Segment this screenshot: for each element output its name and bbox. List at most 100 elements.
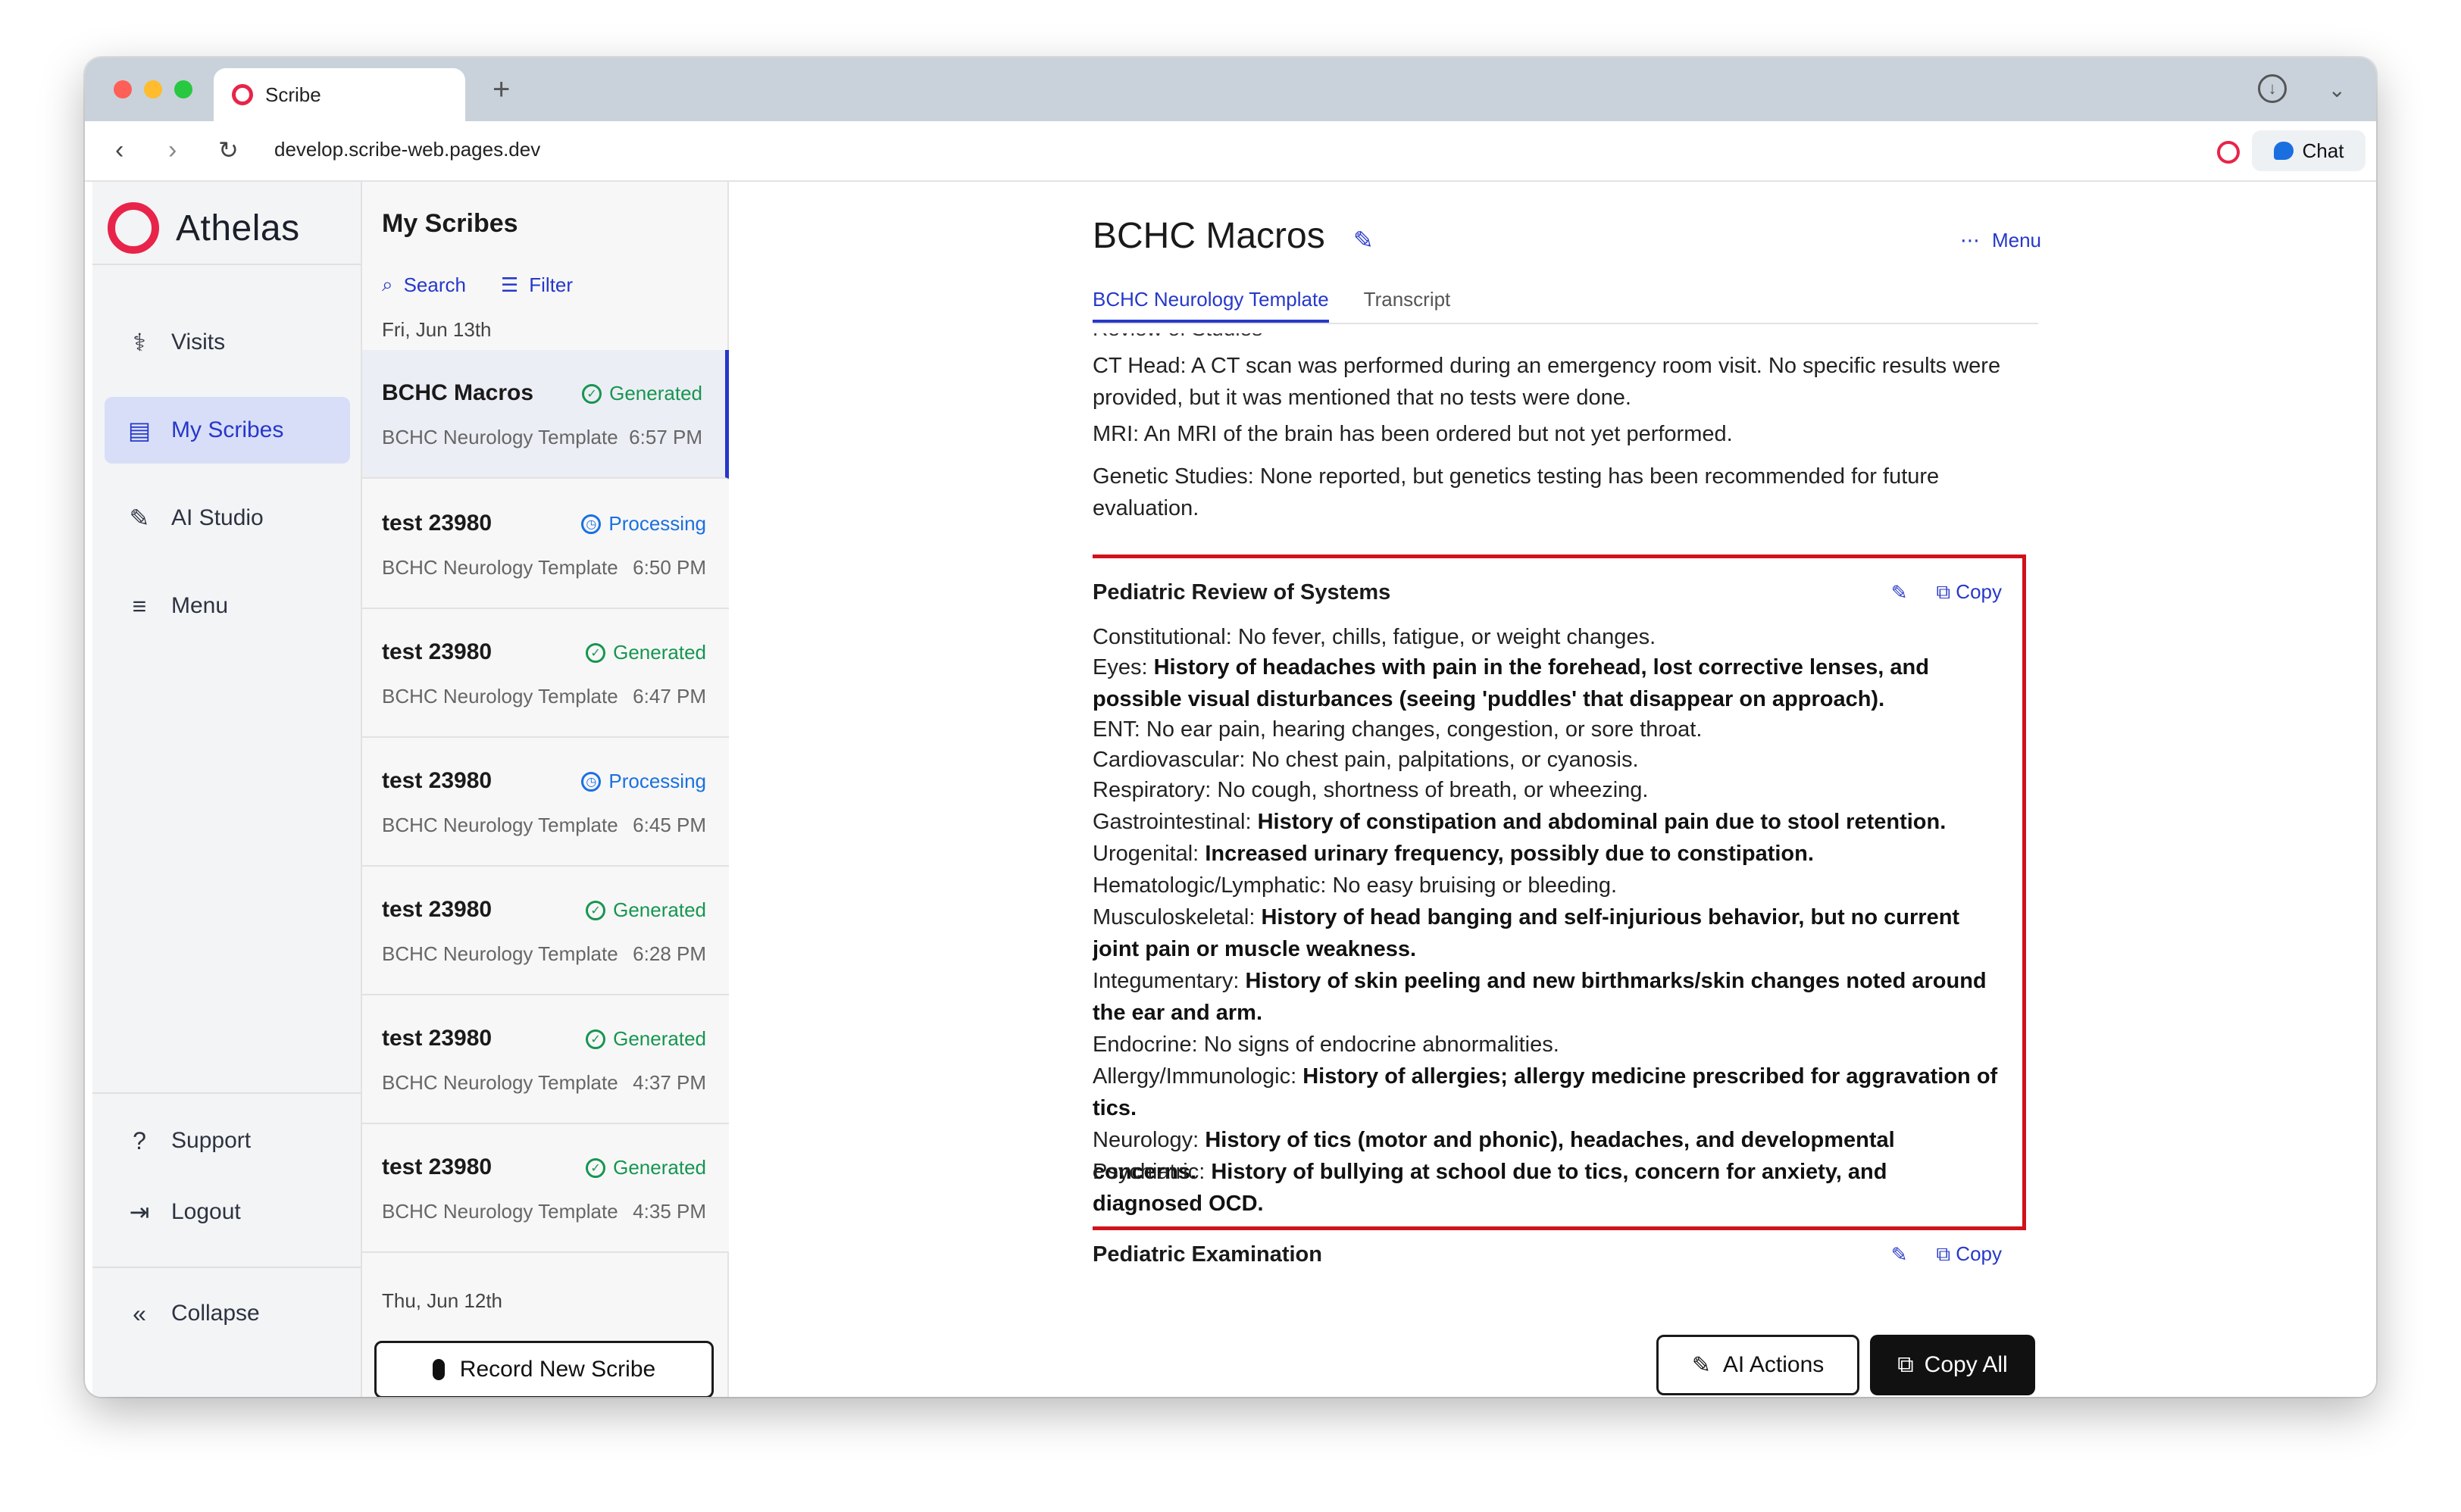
- note-content: Review of Studies CT Head: A CT scan was…: [1093, 333, 2040, 1273]
- app-container: Athelas ⚕ Visits ▤ My Scribes ✎ AI Studi…: [85, 182, 2376, 1397]
- sidebar-item-visits[interactable]: ⚕ Visits: [105, 309, 350, 376]
- edit-pencil-icon[interactable]: ✎: [1891, 581, 1908, 604]
- ros-line: Urogenital: Increased urinary frequency,…: [1093, 842, 1814, 866]
- list-item[interactable]: test 23980 ◷ Processing BCHC Neurology Te…: [362, 738, 729, 867]
- search-button[interactable]: ⌕ Search: [382, 273, 466, 297]
- list-item[interactable]: test 23980 ✓ Generated BCHC Neurology Tem…: [362, 609, 729, 738]
- brand-name: Athelas: [176, 208, 300, 248]
- collapse-button[interactable]: « Collapse: [105, 1280, 350, 1347]
- section-title-partial: Review of Studies: [1093, 333, 1262, 341]
- ros-line: ENT: No ear pain, hearing changes, conge…: [1093, 717, 1703, 742]
- filter-label: Filter: [529, 273, 574, 296]
- copy-icon: ⧉: [1897, 1352, 1914, 1377]
- ros-line: Respiratory: No cough, shortness of brea…: [1093, 778, 1649, 802]
- back-icon[interactable]: ‹: [115, 135, 124, 165]
- scribe-template: BCHC Neurology Template: [382, 814, 618, 836]
- divider: [92, 1267, 362, 1268]
- microphone-icon: [432, 1359, 445, 1380]
- scribe-name: BCHC Macros: [382, 380, 534, 405]
- tab-neurology-template[interactable]: BCHC Neurology Template: [1093, 288, 1329, 323]
- record-new-scribe-button[interactable]: Record New Scribe: [374, 1341, 714, 1397]
- ros-line: Endocrine: No signs of endocrine abnorma…: [1093, 1032, 1559, 1057]
- double-chevron-left-icon: «: [133, 1299, 146, 1327]
- chat-bubble-icon: [2273, 142, 2294, 160]
- brand[interactable]: Athelas: [108, 200, 300, 256]
- sidebar: Athelas ⚕ Visits ▤ My Scribes ✎ AI Studi…: [92, 182, 362, 1397]
- ros-line: Cardiovascular: No chest pain, palpitati…: [1093, 748, 1639, 772]
- doc-tabs: BCHC Neurology Template Transcript: [1093, 288, 2038, 324]
- status-badge: ✓ Generated: [586, 1027, 706, 1051]
- tab-strip: Scribe + ↓ ⌄: [85, 58, 2376, 121]
- bottom-actions: ✎ AI Actions ⧉ Copy All: [1656, 1335, 2035, 1395]
- download-icon[interactable]: ↓: [2258, 74, 2287, 103]
- ros-line: Allergy/Immunologic: History of allergie…: [1093, 1064, 1998, 1120]
- ros-line: Constitutional: No fever, chills, fatigu…: [1093, 625, 1656, 649]
- copy-button[interactable]: ⧉ Copy: [1936, 1242, 2002, 1267]
- status-badge: ✓ Generated: [586, 1156, 706, 1179]
- address-bar[interactable]: develop.scribe-web.pages.dev: [274, 138, 540, 161]
- athelas-extension-icon[interactable]: [2217, 141, 2240, 164]
- magic-wand-icon: ✎: [129, 505, 150, 532]
- scribe-template: BCHC Neurology Template: [382, 1200, 618, 1223]
- document-icon: ▤: [127, 417, 152, 444]
- list-item[interactable]: test 23980 ✓ Generated BCHC Neurology Tem…: [362, 867, 729, 995]
- section-title: Pediatric Review of Systems: [1093, 580, 1391, 604]
- sidebar-item-label: Visits: [171, 330, 226, 355]
- scribe-time: 6:50 PM: [633, 556, 706, 579]
- reload-icon[interactable]: ↻: [218, 135, 239, 165]
- stethoscope-icon: ⚕: [133, 329, 146, 356]
- ros-line: Gastrointestinal: History of constipatio…: [1093, 810, 1947, 834]
- tab-transcript[interactable]: Transcript: [1364, 288, 1451, 323]
- maximize-window-button[interactable]: [174, 80, 192, 98]
- magic-wand-icon: ✎: [1691, 1352, 1711, 1378]
- browser-tab-scribe[interactable]: Scribe: [214, 68, 465, 121]
- new-tab-button[interactable]: +: [493, 73, 510, 106]
- chat-button[interactable]: Chat: [2252, 130, 2366, 171]
- list-item[interactable]: test 23980 ◷ Processing BCHC Neurology Te…: [362, 480, 729, 609]
- scribe-time: 4:37 PM: [633, 1071, 706, 1094]
- edit-title-icon[interactable]: ✎: [1353, 226, 1374, 255]
- scribe-list-panel: My Scribes ⌕ Search ☰ Filter Fri, Jun 13…: [362, 182, 729, 1397]
- date-group-label: Thu, Jun 12th: [382, 1289, 502, 1312]
- list-item[interactable]: test 23980 ✓ Generated BCHC Neurology Tem…: [362, 1124, 729, 1253]
- search-icon: ⌕: [382, 273, 393, 295]
- copy-icon: ⧉: [1936, 580, 1951, 603]
- clock-icon: ◷: [581, 771, 602, 792]
- scribe-template: BCHC Neurology Template: [382, 426, 618, 448]
- divider: [92, 1092, 362, 1094]
- sidebar-item-logout[interactable]: ⇥ Logout: [105, 1179, 350, 1245]
- close-window-button[interactable]: [114, 80, 132, 98]
- check-circle-icon: ✓: [586, 1157, 606, 1178]
- sidebar-item-my-scribes[interactable]: ▤ My Scribes: [105, 397, 350, 464]
- scribe-name: test 23980: [382, 768, 493, 793]
- main-content: BCHC Macros ✎ ⋯ Menu BCHC Neurology Temp…: [729, 182, 2376, 1397]
- clock-icon: ◷: [581, 514, 602, 534]
- scribe-template: BCHC Neurology Template: [382, 556, 618, 579]
- sidebar-item-menu[interactable]: ≡ Menu: [105, 573, 350, 639]
- ros-line: Eyes: History of headaches with pain in …: [1093, 655, 1929, 711]
- chevron-down-icon[interactable]: ⌄: [2328, 77, 2346, 102]
- scribe-template: BCHC Neurology Template: [382, 1071, 618, 1094]
- chat-button-label: Chat: [2302, 139, 2344, 162]
- forward-icon[interactable]: ›: [168, 135, 177, 165]
- page-title: BCHC Macros: [1093, 216, 1325, 256]
- browser-toolbar: ‹ › ↻ develop.scribe-web.pages.dev Chat: [85, 121, 2376, 182]
- copy-all-button[interactable]: ⧉ Copy All: [1870, 1335, 2035, 1395]
- status-badge: ◷ Processing: [581, 512, 706, 536]
- list-item[interactable]: BCHC Macros ✓ Generated BCHC Neurology Te…: [362, 350, 729, 479]
- sidebar-item-ai-studio[interactable]: ✎ AI Studio: [105, 485, 350, 551]
- sidebar-item-support[interactable]: ? Support: [105, 1107, 350, 1174]
- menu-button[interactable]: ⋯ Menu: [1960, 229, 2041, 252]
- ros-line: Psychiatric: History of bullying at scho…: [1093, 1160, 1887, 1216]
- scribe-name: test 23980: [382, 1026, 493, 1051]
- minimize-window-button[interactable]: [144, 80, 162, 98]
- paragraph: MRI: An MRI of the brain has been ordere…: [1093, 422, 1733, 446]
- scribe-time: 6:45 PM: [633, 814, 706, 836]
- filter-button[interactable]: ☰ Filter: [501, 273, 573, 297]
- sidebar-item-label: AI Studio: [171, 505, 264, 530]
- ai-actions-button[interactable]: ✎ AI Actions: [1656, 1335, 1859, 1395]
- list-item[interactable]: test 23980 ✓ Generated BCHC Neurology Tem…: [362, 995, 729, 1124]
- edit-pencil-icon[interactable]: ✎: [1891, 1243, 1908, 1267]
- copy-button[interactable]: ⧉ Copy: [1936, 580, 2002, 604]
- status-badge: ✓ Generated: [582, 382, 702, 405]
